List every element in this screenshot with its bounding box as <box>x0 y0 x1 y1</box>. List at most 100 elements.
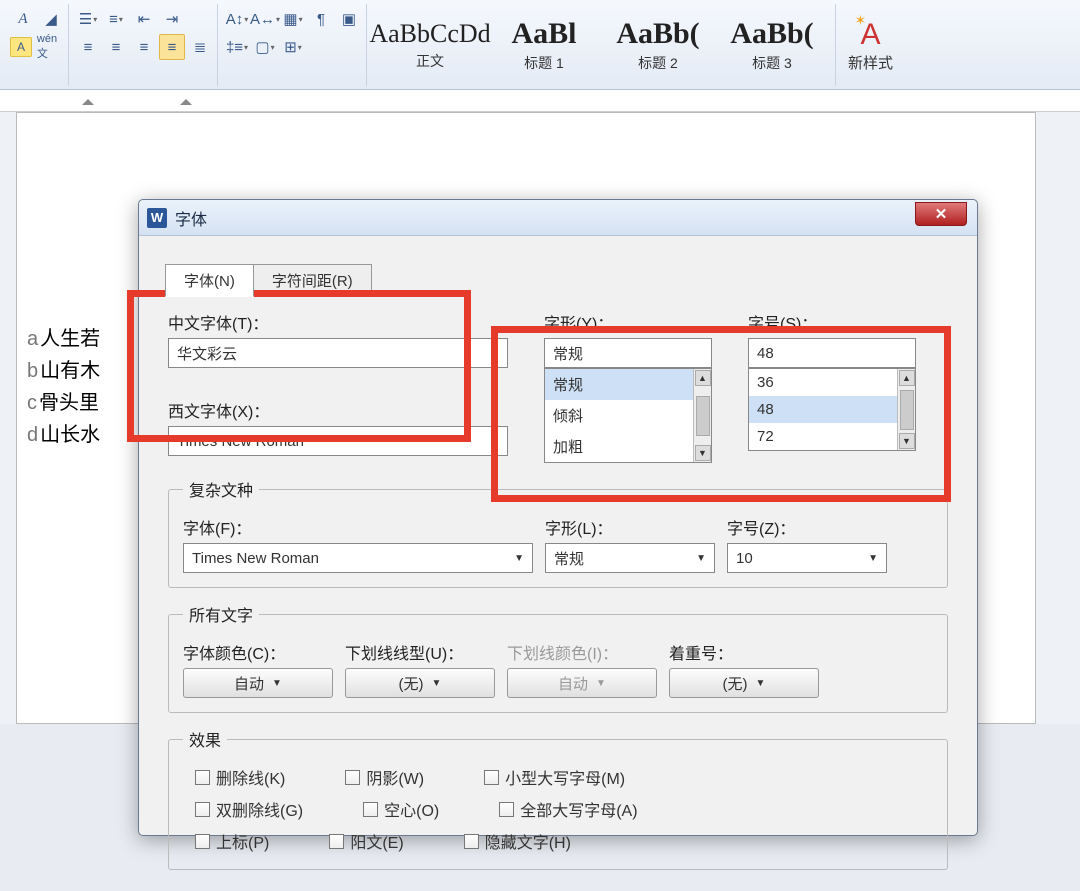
superscript-checkbox[interactable]: 上标(P) <box>195 829 269 853</box>
strike-checkbox[interactable]: 删除线(K) <box>195 765 285 789</box>
style-heading3[interactable]: AaBb( 标题 3 <box>717 8 827 82</box>
list-item[interactable]: 加粗 <box>545 431 711 462</box>
font-size-input[interactable]: 48 <box>748 338 916 368</box>
complex-size-label: 字号(Z)： <box>727 515 887 539</box>
outline-checkbox[interactable]: 空心(O) <box>363 797 439 821</box>
chevron-down-icon[interactable]: ▼ <box>514 553 524 564</box>
align-right-icon[interactable]: ≡ <box>131 34 157 60</box>
text-wrap-icon[interactable]: ¶ <box>308 6 334 32</box>
numbering-icon[interactable]: ≡▾ <box>103 6 129 32</box>
list-item[interactable]: 36 <box>749 369 915 396</box>
char-scale-icon[interactable]: A↔▾ <box>252 6 278 32</box>
decrease-indent-icon[interactable]: ⇤ <box>131 6 157 32</box>
complex-style-input[interactable]: 常规▼ <box>545 543 715 573</box>
borders-icon[interactable]: ⊞▾ <box>280 34 306 60</box>
phonetic-icon[interactable]: wén文 <box>34 34 60 60</box>
complex-font-input[interactable]: Times New Roman▼ <box>183 543 533 573</box>
highlight-icon[interactable]: A <box>10 37 32 57</box>
align-left-icon[interactable]: ≡ <box>75 34 101 60</box>
chevron-down-icon[interactable]: ▼ <box>756 678 766 689</box>
allcaps-checkbox[interactable]: 全部大写字母(A) <box>499 797 637 821</box>
emphasis-combo[interactable]: (无)▼ <box>669 668 819 698</box>
hidden-checkbox[interactable]: 隐藏文字(H) <box>464 829 571 853</box>
chevron-down-icon[interactable]: ▼ <box>489 348 499 359</box>
font-color-label: 字体颜色(C)： <box>183 640 333 664</box>
bullets-icon[interactable]: ☰▾ <box>75 6 101 32</box>
select-object-icon[interactable]: ▣ <box>336 6 362 32</box>
scroll-up-icon[interactable]: ▲ <box>899 370 915 386</box>
scroll-down-icon[interactable]: ▼ <box>899 433 915 449</box>
shading-icon[interactable]: ▢▾ <box>252 34 278 60</box>
list-item[interactable]: 倾斜 <box>545 400 711 431</box>
styles-gallery: AaBbCcDd 正文 AaBl 标题 1 AaBb( 标题 2 AaBb( 标… <box>369 4 833 86</box>
line-spacing-icon[interactable]: ‡≡▾ <box>224 34 250 60</box>
tab-spacing[interactable]: 字符间距(R) <box>253 264 372 297</box>
complex-font-label: 字体(F)： <box>183 515 533 539</box>
tab-font[interactable]: 字体(N) <box>165 264 254 297</box>
complex-size-input[interactable]: 10▼ <box>727 543 887 573</box>
chevron-down-icon[interactable]: ▼ <box>696 553 706 564</box>
ribbon-group-spacing: A↕▾ A↔▾ ▦▾ ¶ ▣ ‡≡▾ ▢▾ ⊞▾ <box>220 4 367 86</box>
emphasis-label: 着重号： <box>669 640 819 664</box>
scroll-thumb[interactable] <box>696 396 710 436</box>
clear-format-icon[interactable]: A <box>10 6 36 32</box>
chevron-down-icon[interactable]: ▼ <box>868 553 878 564</box>
chevron-down-icon[interactable]: ▼ <box>432 678 442 689</box>
font-style-label: 字形(Y)： <box>544 310 724 334</box>
ribbon: A ◢ A wén文 ☰▾ ≡▾ ⇤ ⇥ ≡ ≡ ≡ ≡ ≣ A↕▾ A↔▾ ▦… <box>0 0 1080 90</box>
align-center-icon[interactable]: ≡ <box>103 34 129 60</box>
dblstrike-checkbox[interactable]: 双删除线(G) <box>195 797 303 821</box>
font-size-list[interactable]: 36 48 72 ▲ ▼ <box>748 368 916 451</box>
all-text-group: 所有文字 字体颜色(C)： 自动▼ 下划线线型(U)： (无)▼ 下划线颜色(I… <box>168 602 948 713</box>
chevron-down-icon[interactable]: ▼ <box>489 436 499 447</box>
style-heading1[interactable]: AaBl 标题 1 <box>489 8 599 82</box>
style-normal[interactable]: AaBbCcDd 正文 <box>375 8 485 82</box>
font-color-combo[interactable]: 自动▼ <box>183 668 333 698</box>
shadow-checkbox[interactable]: 阴影(W) <box>345 765 424 789</box>
font-style-list[interactable]: 常规 倾斜 加粗 ▲ ▼ <box>544 368 712 463</box>
ribbon-group-paragraph: ☰▾ ≡▾ ⇤ ⇥ ≡ ≡ ≡ ≡ ≣ <box>71 4 218 86</box>
list-item[interactable]: 48 <box>749 396 915 423</box>
emboss-checkbox[interactable]: 阳文(E) <box>329 829 403 853</box>
underline-color-combo: 自动▼ <box>507 668 657 698</box>
new-style-button[interactable]: A✶ 新样式 <box>838 4 903 86</box>
table-icon[interactable]: ▦▾ <box>280 6 306 32</box>
complex-style-label: 字形(L)： <box>545 515 715 539</box>
scrollbar[interactable]: ▲ ▼ <box>897 369 915 450</box>
dialog-tabs: 字体(N) 字符间距(R) <box>165 264 951 297</box>
smallcaps-checkbox[interactable]: 小型大写字母(M) <box>484 765 625 789</box>
list-item[interactable]: 72 <box>749 423 915 450</box>
style-heading2[interactable]: AaBb( 标题 2 <box>603 8 713 82</box>
alltext-legend: 所有文字 <box>183 602 259 626</box>
complex-script-group: 复杂文种 字体(F)： Times New Roman▼ 字形(L)： 常规▼ <box>168 477 948 588</box>
ruler[interactable] <box>0 90 1080 112</box>
western-font-label: 西文字体(X)： <box>168 398 508 422</box>
western-font-input[interactable]: Times New Roman▼ <box>168 426 508 456</box>
align-justify-icon[interactable]: ≡ <box>159 34 185 60</box>
underline-label: 下划线线型(U)： <box>345 640 495 664</box>
font-style-input[interactable]: 常规 <box>544 338 712 368</box>
scroll-thumb[interactable] <box>900 390 914 430</box>
dialog-title: 字体 <box>175 206 207 230</box>
chinese-font-input[interactable]: 华文彩云▼ <box>168 338 508 368</box>
font-dialog: W 字体 ✕ 字体(N) 字符间距(R) 中文字体(T)： 华文彩云▼ <box>138 199 978 836</box>
underline-combo[interactable]: (无)▼ <box>345 668 495 698</box>
list-item[interactable]: 常规 <box>545 369 711 400</box>
text-direction-icon[interactable]: A↕▾ <box>224 6 250 32</box>
chevron-down-icon[interactable]: ▼ <box>272 678 282 689</box>
distribute-icon[interactable]: ≣ <box>187 34 213 60</box>
scroll-down-icon[interactable]: ▼ <box>695 445 711 461</box>
eraser-icon[interactable]: ◢ <box>38 6 64 32</box>
scroll-up-icon[interactable]: ▲ <box>695 370 711 386</box>
dialog-content: 字体(N) 字符间距(R) 中文字体(T)： 华文彩云▼ 西文字体(X)： Ti… <box>139 236 977 891</box>
scrollbar[interactable]: ▲ ▼ <box>693 369 711 462</box>
ribbon-group-format: A ◢ A wén文 <box>6 4 69 86</box>
dialog-titlebar[interactable]: W 字体 ✕ <box>139 200 977 236</box>
increase-indent-icon[interactable]: ⇥ <box>159 6 185 32</box>
complex-legend: 复杂文种 <box>183 477 259 501</box>
close-button[interactable]: ✕ <box>915 202 967 226</box>
chinese-font-label: 中文字体(T)： <box>168 310 508 334</box>
underline-color-label: 下划线颜色(I)： <box>507 640 657 664</box>
app-icon: W <box>147 208 167 228</box>
effects-legend: 效果 <box>183 727 227 751</box>
